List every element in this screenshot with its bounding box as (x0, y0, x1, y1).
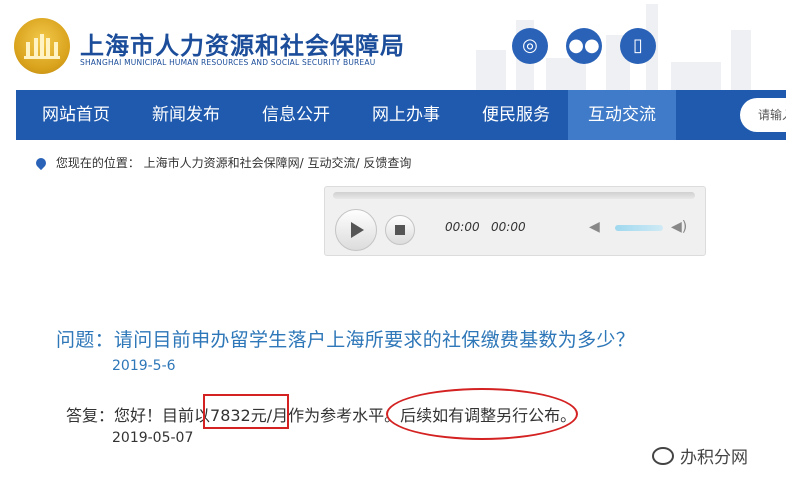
question-date: 2019-5-6 (112, 358, 176, 374)
breadcrumb-item-interaction[interactable]: 互动交流/ (308, 156, 360, 170)
weibo-icon[interactable]: ◎ (512, 28, 548, 64)
site-subtitle: SHANGHAI MUNICIPAL HUMAN RESOURCES AND S… (80, 58, 376, 67)
answer-prefix: 答复：您好！目前以 (66, 406, 211, 425)
nav-item-home[interactable]: 网站首页 (26, 90, 126, 140)
play-button[interactable] (335, 209, 377, 251)
bureau-logo[interactable] (14, 18, 70, 74)
breadcrumb: 您现在的位置： 上海市人力资源和社会保障网/ 互动交流/ 反馈查询 (33, 154, 411, 172)
logo-building-icon (24, 34, 60, 59)
amount-highlight-box (203, 394, 289, 429)
volume-low-icon[interactable]: ◀ (589, 219, 600, 235)
nav-item-news[interactable]: 新闻发布 (136, 90, 236, 140)
wechat-watermark-icon (652, 447, 674, 465)
watermark: 办积分网 (652, 443, 748, 468)
current-time: 00:00 (445, 220, 480, 234)
site-title: 上海市人力资源和社会保障局 (80, 31, 405, 60)
answer-date: 2019-05-07 (112, 430, 194, 446)
progress-track[interactable] (333, 192, 695, 199)
breadcrumb-label: 您现在的位置： (55, 156, 140, 170)
nav-item-info[interactable]: 信息公开 (246, 90, 346, 140)
wechat-icon[interactable]: ●● (566, 28, 602, 64)
nav-item-convenience[interactable]: 便民服务 (466, 90, 566, 140)
nav-item-interaction[interactable]: 互动交流 (568, 90, 676, 140)
suffix-highlight-oval (386, 388, 578, 440)
search-input[interactable]: 请输入 (740, 98, 786, 132)
total-time: 00:00 (491, 220, 526, 234)
watermark-text: 办积分网 (680, 448, 748, 468)
site-header: 上海市人力资源和社会保障局 SHANGHAI MUNICIPAL HUMAN R… (0, 0, 786, 90)
location-pin-icon (33, 155, 49, 171)
breadcrumb-item-feedback[interactable]: 反馈查询 (363, 156, 411, 170)
volume-slider[interactable] (615, 225, 663, 231)
search-placeholder: 请输入 (758, 108, 786, 122)
question-text: 问题：请问目前申办留学生落户上海所要求的社保缴费基数为多少？ (56, 329, 636, 351)
answer-middle: 作为参考水平。 (288, 406, 401, 425)
main-nav: 网站首页 新闻发布 信息公开 网上办事 便民服务 互动交流 请输入 (16, 90, 786, 140)
stop-button[interactable] (385, 215, 415, 245)
audio-player: 00:00 00:00 ◀ ◀) (324, 186, 706, 256)
breadcrumb-item-home[interactable]: 上海市人力资源和社会保障网/ (144, 156, 304, 170)
mobile-icon[interactable]: ▯ (620, 28, 656, 64)
volume-high-icon[interactable]: ◀) (671, 219, 687, 235)
nav-item-online-service[interactable]: 网上办事 (356, 90, 456, 140)
